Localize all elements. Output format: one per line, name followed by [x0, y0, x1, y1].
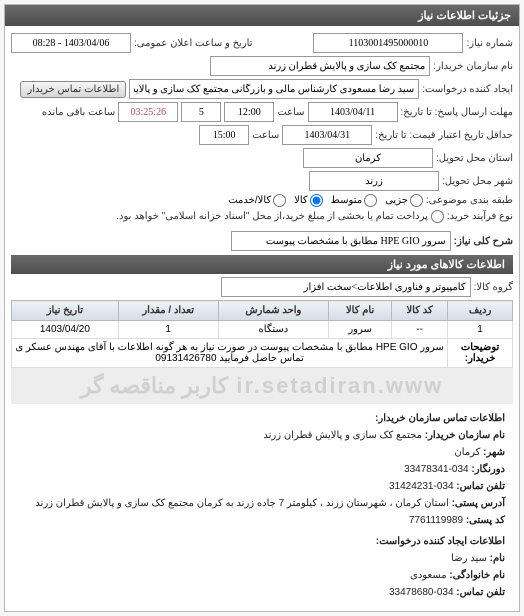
- row-brief: شرح کلی نیاز:: [11, 231, 513, 251]
- row-requester: ایجاد کننده درخواست: اطلاعات تماس خریدار: [11, 79, 513, 99]
- items-table: ردیف کد کالا نام کالا واحد شمارش تعداد /…: [11, 300, 513, 368]
- process-label: نوع فرآیند خرید:: [447, 211, 513, 222]
- remain-days-field[interactable]: [181, 102, 221, 122]
- th-name: نام کالا: [329, 301, 392, 321]
- row-city: شهر محل تحویل:: [11, 171, 513, 191]
- validity-date-field[interactable]: [282, 125, 372, 145]
- province-field[interactable]: [303, 148, 433, 168]
- contact-header-2: اطلاعات ایجاد کننده درخواست:: [19, 533, 505, 550]
- cell-idx: 1: [448, 321, 513, 339]
- number-label: شماره نیاز:: [466, 38, 513, 49]
- buyer-field[interactable]: [210, 56, 430, 76]
- ci-phone-label: تلفن تماس:: [456, 481, 505, 492]
- row-group: گروه کالا:: [11, 277, 513, 297]
- validity-label: حداقل تاریخ اعتبار قیمت: تا تاریخ:: [375, 130, 513, 141]
- pkg-radio-4[interactable]: [273, 194, 286, 207]
- pkg-opt-3[interactable]: کالا: [294, 194, 323, 207]
- row-number: شماره نیاز: تاریخ و ساعت اعلان عمومی:: [11, 33, 513, 53]
- validity-time-field[interactable]: [199, 125, 249, 145]
- cell-unit: دستگاه: [218, 321, 329, 339]
- number-field[interactable]: [313, 33, 463, 53]
- cell-code: --: [392, 321, 448, 339]
- ci-addr-val: استان کرمان ، شهرستان زرند ، کیلومتر 7 ج…: [35, 498, 448, 509]
- th-qty: تعداد / مقدار: [118, 301, 218, 321]
- cell-name: سرور: [329, 321, 392, 339]
- brief-label: شرح کلی نیاز:: [454, 236, 513, 247]
- ci-city-val: کرمان: [454, 447, 480, 458]
- panel-title: جزئیات اطلاعات نیاز: [5, 5, 519, 26]
- city-label: شهر محل تحویل:: [442, 176, 513, 187]
- row-deadline: مهلت ارسال پاسخ: تا تاریخ: ساعت ساعت باق…: [11, 102, 513, 122]
- pkg-opt-4[interactable]: کالا/خدمت: [228, 194, 286, 207]
- deadline-time-field[interactable]: [224, 102, 274, 122]
- remain-text: ساعت باقی مانده: [42, 107, 115, 118]
- public-date-field[interactable]: [11, 33, 131, 53]
- th-code: کد کالا: [392, 301, 448, 321]
- th-unit: واحد شمارش: [218, 301, 329, 321]
- ci-post-label: کد پستی:: [466, 515, 505, 526]
- packaging-radios: جزیی متوسط کالا کالا/خدمت: [228, 194, 423, 207]
- cell-qty: 1: [118, 321, 218, 339]
- remain-time-field[interactable]: [118, 102, 178, 122]
- th-date: تاریخ نیاز: [12, 301, 119, 321]
- ci-fax-label: دورنگار:: [471, 464, 505, 475]
- public-date-label: تاریخ و ساعت اعلان عمومی:: [134, 38, 253, 49]
- ci-phone2-label: تلفن تماس:: [456, 587, 505, 598]
- process-text: پرداخت تمام یا بخشی از مبلغ خرید،از محل …: [116, 211, 428, 222]
- watermark-area: ir.setadiran.www کاربر مناقصه گر: [11, 368, 513, 404]
- packaging-label: طبقه بندی موضوعی:: [426, 195, 513, 206]
- pkg-radio-2[interactable]: [364, 194, 377, 207]
- ci-phone2-val: 034-33478680: [389, 587, 454, 598]
- details-panel: جزئیات اطلاعات نیاز شماره نیاز: تاریخ و …: [4, 4, 520, 612]
- pkg-radio-1[interactable]: [410, 194, 423, 207]
- deadline-date-field[interactable]: [308, 102, 398, 122]
- note-label-cell: توضیحات خریدار:: [448, 339, 513, 368]
- ci-org-val: مجتمع کک سازی و پالایش قطران زرند: [263, 430, 422, 441]
- ci-name-val: سید رضا: [451, 553, 487, 564]
- deadline-label: مهلت ارسال پاسخ: تا تاریخ:: [401, 107, 513, 118]
- pkg-radio-3[interactable]: [310, 194, 323, 207]
- watermark-text: ir.setadiran.www کاربر مناقصه گر: [81, 373, 443, 399]
- pkg-opt-1[interactable]: جزیی: [385, 194, 423, 207]
- ci-addr-label: آدرس پستی:: [452, 498, 505, 509]
- contact-info-block: اطلاعات تماس سازمان خریدار: نام سازمان خ…: [11, 404, 513, 607]
- buyer-label: نام سازمان خریدار:: [433, 61, 513, 72]
- requester-field[interactable]: [129, 79, 419, 99]
- row-process: نوع فرآیند خرید: پرداخت تمام یا بخشی از …: [11, 210, 513, 223]
- cell-date: 1403/04/20: [12, 321, 119, 339]
- contact-buyer-button[interactable]: اطلاعات تماس خریدار: [20, 81, 126, 98]
- province-label: استان محل تحویل:: [436, 153, 513, 164]
- brief-field[interactable]: [231, 231, 451, 251]
- row-validity: حداقل تاریخ اعتبار قیمت: تا تاریخ: ساعت: [11, 125, 513, 145]
- note-text-cell: سرور HPE GIO مطابق با مشخصات پیوست در صو…: [12, 339, 448, 368]
- items-header: اطلاعات کالاهای مورد نیاز: [11, 255, 513, 274]
- ci-name-label: نام:: [490, 553, 505, 564]
- row-buyer: نام سازمان خریدار:: [11, 56, 513, 76]
- ci-org-label: نام سازمان خریدار:: [425, 430, 505, 441]
- time-label-1: ساعت: [277, 107, 304, 118]
- group-label: گروه کالا:: [474, 282, 513, 293]
- contact-header-1: اطلاعات تماس سازمان خریدار:: [19, 410, 505, 427]
- ci-city-label: شهر:: [483, 447, 505, 458]
- table-header-row: ردیف کد کالا نام کالا واحد شمارش تعداد /…: [12, 301, 513, 321]
- time-label-2: ساعت: [252, 130, 279, 141]
- main-form: شماره نیاز: تاریخ و ساعت اعلان عمومی: نا…: [5, 26, 519, 611]
- ci-fax-val: 034-33478341: [404, 464, 469, 475]
- ci-post-val: 7761119989: [409, 515, 463, 526]
- pkg-opt-2[interactable]: متوسط: [331, 194, 377, 207]
- requester-label: ایجاد کننده درخواست:: [422, 84, 513, 95]
- city-field[interactable]: [309, 171, 439, 191]
- group-field[interactable]: [221, 277, 471, 297]
- row-province: استان محل تحویل:: [11, 148, 513, 168]
- table-note-row: توضیحات خریدار: سرور HPE GIO مطابق با مش…: [12, 339, 513, 368]
- row-packaging: طبقه بندی موضوعی: جزیی متوسط کالا کالا/خ…: [11, 194, 513, 207]
- table-row[interactable]: 1 -- سرور دستگاه 1 1403/04/20: [12, 321, 513, 339]
- process-radio[interactable]: [431, 210, 444, 223]
- th-idx: ردیف: [448, 301, 513, 321]
- ci-phone-val: 034-31424231: [389, 481, 454, 492]
